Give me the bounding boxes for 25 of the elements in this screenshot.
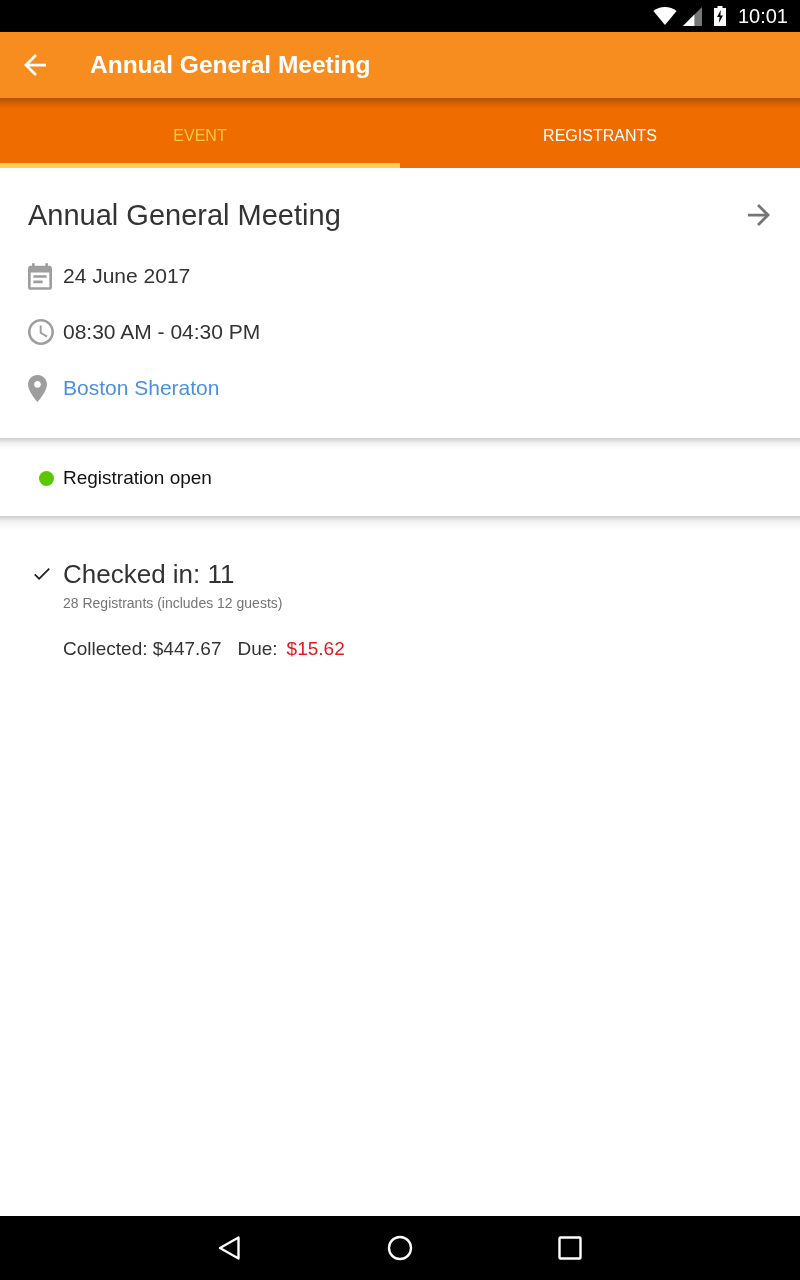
back-icon[interactable] xyxy=(217,1235,243,1261)
home-icon[interactable] xyxy=(387,1235,413,1261)
collected-amount: Collected: $447.67 xyxy=(63,638,222,660)
tab[interactable]: REGISTRANTS xyxy=(400,98,800,168)
arrow-right-icon[interactable] xyxy=(748,204,770,226)
location-link[interactable]: Boston Sheraton xyxy=(63,376,220,400)
app-bar-title: Annual General Meeting xyxy=(90,51,371,79)
tab[interactable]: EVENT xyxy=(0,98,400,168)
recent-apps-icon[interactable] xyxy=(557,1235,583,1261)
check-icon xyxy=(34,568,50,580)
wifi-icon xyxy=(652,7,677,25)
event-time: 08:30 AM - 04:30 PM xyxy=(63,320,261,344)
checked-in-count: Checked in: 11 xyxy=(63,558,235,590)
event-date: 24 June 2017 xyxy=(63,264,191,288)
calendar-icon xyxy=(28,262,52,290)
location-pin-icon xyxy=(28,374,47,402)
due-label: Due: xyxy=(237,638,278,660)
clock-icon xyxy=(28,319,54,345)
status-time: 10:01 xyxy=(737,4,788,28)
event-title: Annual General Meeting xyxy=(28,198,341,232)
battery-icon xyxy=(713,6,726,26)
registration-status: Registration open xyxy=(63,467,212,489)
due-amount: $15.62 xyxy=(286,638,345,660)
signal-icon xyxy=(682,6,702,26)
registrants-summary: 28 Registrants (includes 12 guests) xyxy=(63,594,283,613)
